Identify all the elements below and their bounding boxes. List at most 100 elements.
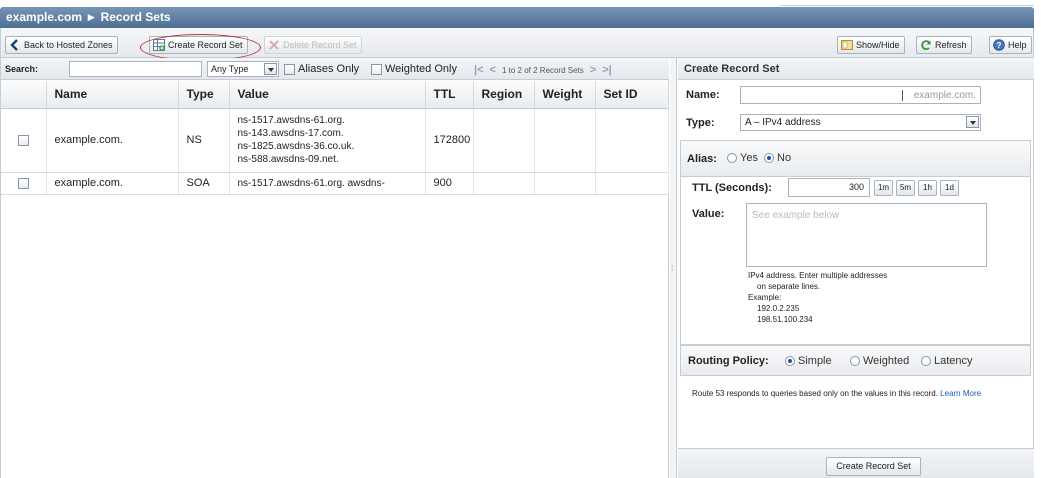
cell-weight xyxy=(534,172,596,195)
routing-policy-label: Routing Policy: xyxy=(688,355,769,367)
value-line: ns-588.awsdns-09.net. xyxy=(237,154,339,165)
cell-ttl: 900 xyxy=(425,172,474,195)
type-label: Type: xyxy=(686,117,715,129)
alias-no-radio[interactable] xyxy=(764,153,774,163)
back-button-label: Back to Hosted Zones xyxy=(24,40,113,50)
create-button-label: Create Record Set xyxy=(168,40,243,50)
routing-simple-radio[interactable] xyxy=(785,356,795,366)
select-column-header xyxy=(1,81,47,109)
alias-yes-radio[interactable] xyxy=(727,153,737,163)
back-to-hosted-zones-button[interactable]: Back to Hosted Zones xyxy=(5,36,118,54)
delete-button-label: Delete Record Set xyxy=(283,40,357,50)
back-arrow-icon xyxy=(10,39,18,51)
window-title: example.com ► Record Sets xyxy=(0,7,1034,28)
create-record-set-button[interactable]: Create Record Set xyxy=(149,36,248,54)
panel-title: Create Record Set xyxy=(678,58,1034,80)
alias-yes-option[interactable]: Yes xyxy=(727,152,758,164)
cell-set-id xyxy=(595,172,669,195)
column-header-set-id[interactable]: Set ID xyxy=(595,81,669,109)
help-button[interactable]: ? Help xyxy=(989,36,1032,54)
routing-weighted-label: Weighted xyxy=(863,355,910,367)
splitter-grip-icon: ⁞ xyxy=(671,264,674,273)
show-hide-button[interactable]: Show/Hide xyxy=(837,36,905,54)
help-icon: ? xyxy=(993,39,1005,51)
submit-create-record-set-button[interactable]: Create Record Set xyxy=(826,457,921,476)
next-page-icon[interactable]: > xyxy=(590,64,596,76)
create-record-set-panel: Create Record Set Name: example.com. Typ… xyxy=(678,58,1034,478)
learn-more-link[interactable]: Learn More xyxy=(940,389,981,398)
column-header-ttl[interactable]: TTL xyxy=(425,81,474,109)
row-checkbox[interactable] xyxy=(17,177,29,189)
show-hide-icon xyxy=(841,40,853,50)
name-field[interactable]: example.com. xyxy=(740,86,981,104)
cell-name: example.com. xyxy=(46,108,179,173)
row-checkbox[interactable] xyxy=(17,134,29,146)
refresh-label: Refresh xyxy=(935,40,967,50)
column-header-region[interactable]: Region xyxy=(473,81,535,109)
row-select-cell xyxy=(1,108,47,173)
routing-latency-label: Latency xyxy=(934,355,973,367)
cell-type: NS xyxy=(178,108,230,173)
search-input[interactable] xyxy=(69,61,202,77)
record-type-select[interactable]: A – IPv4 address xyxy=(740,114,981,131)
delete-record-set-button[interactable]: Delete Record Set xyxy=(264,36,362,54)
ttl-1d-button[interactable]: 1d xyxy=(940,180,959,196)
top-divider xyxy=(780,0,1034,6)
cell-value: ns-1517.awsdns-61.org. ns-143.awsdns-17.… xyxy=(229,108,426,173)
column-header-weight[interactable]: Weight xyxy=(534,81,596,109)
pane-splitter[interactable]: ⁞ xyxy=(670,58,677,478)
alias-no-option[interactable]: No xyxy=(764,152,791,164)
aliases-only-option[interactable]: Aliases Only xyxy=(284,63,359,75)
column-header-value[interactable]: Value xyxy=(229,81,426,109)
value-line: ns-143.awsdns-17.com. xyxy=(237,128,344,139)
type-filter-value: Any Type xyxy=(211,64,249,74)
pager-text: 1 to 2 of 2 Record Sets xyxy=(501,65,584,75)
help-line: IPv4 address. Enter multiple addresses xyxy=(748,271,888,280)
alias-label: Alias: xyxy=(687,153,717,165)
chevron-down-icon xyxy=(966,116,979,128)
help-example-label: Example: xyxy=(748,293,782,302)
routing-latency-option[interactable]: Latency xyxy=(921,355,973,367)
value-label: Value: xyxy=(692,208,725,220)
weighted-only-option[interactable]: Weighted Only xyxy=(371,63,457,75)
ttl-1m-button[interactable]: 1m xyxy=(874,180,893,196)
svg-text:?: ? xyxy=(997,41,1002,50)
routing-latency-radio[interactable] xyxy=(921,356,931,366)
column-header-type[interactable]: Type xyxy=(178,81,230,109)
ttl-1h-button[interactable]: 1h xyxy=(918,180,937,196)
text-cursor xyxy=(902,90,903,101)
aliases-only-checkbox[interactable] xyxy=(284,63,295,75)
column-header-name[interactable]: Name xyxy=(46,81,179,109)
alias-no-label: No xyxy=(777,152,792,164)
routing-weighted-radio[interactable] xyxy=(850,356,860,366)
routing-weighted-option[interactable]: Weighted xyxy=(850,355,909,367)
prev-page-icon[interactable]: < xyxy=(490,64,496,76)
cell-name: example.com. xyxy=(46,172,179,195)
chevron-down-icon xyxy=(264,63,277,75)
cell-type: SOA xyxy=(178,172,230,195)
routing-simple-option[interactable]: Simple xyxy=(785,355,832,367)
cell-value: ns-1517.awsdns-61.org. awsdns- xyxy=(229,172,426,195)
table-row[interactable]: example.com. SOA ns-1517.awsdns-61.org. … xyxy=(1,172,669,195)
record-type-value: A – IPv4 address xyxy=(745,117,821,128)
routing-description: Route 53 responds to queries based only … xyxy=(692,388,1028,399)
record-sets-table: Name Type Value TTL Region Weight Set ID… xyxy=(1,81,669,195)
cell-weight xyxy=(534,108,596,173)
weighted-only-checkbox[interactable] xyxy=(371,63,382,75)
help-label: Help xyxy=(1008,40,1027,50)
ttl-5m-button[interactable]: 5m xyxy=(896,180,915,196)
routing-description-text: Route 53 responds to queries based only … xyxy=(692,389,938,398)
help-line: on separate lines. xyxy=(757,282,821,291)
add-record-icon xyxy=(153,39,165,51)
type-filter-select[interactable]: Any Type xyxy=(207,61,279,77)
ttl-input[interactable]: 300 xyxy=(788,178,870,197)
value-textarea[interactable]: See example below xyxy=(746,203,987,267)
help-example-ip: 192.0.2.235 xyxy=(757,304,800,313)
first-page-icon[interactable]: |< xyxy=(474,64,484,76)
domain-suffix: example.com. xyxy=(913,90,976,101)
table-row[interactable]: example.com. NS ns-1517.awsdns-61.org. n… xyxy=(1,108,669,173)
alias-yes-label: Yes xyxy=(740,152,758,164)
refresh-button[interactable]: Refresh xyxy=(916,36,972,54)
show-hide-label: Show/Hide xyxy=(856,40,900,50)
last-page-icon[interactable]: >| xyxy=(602,64,612,76)
